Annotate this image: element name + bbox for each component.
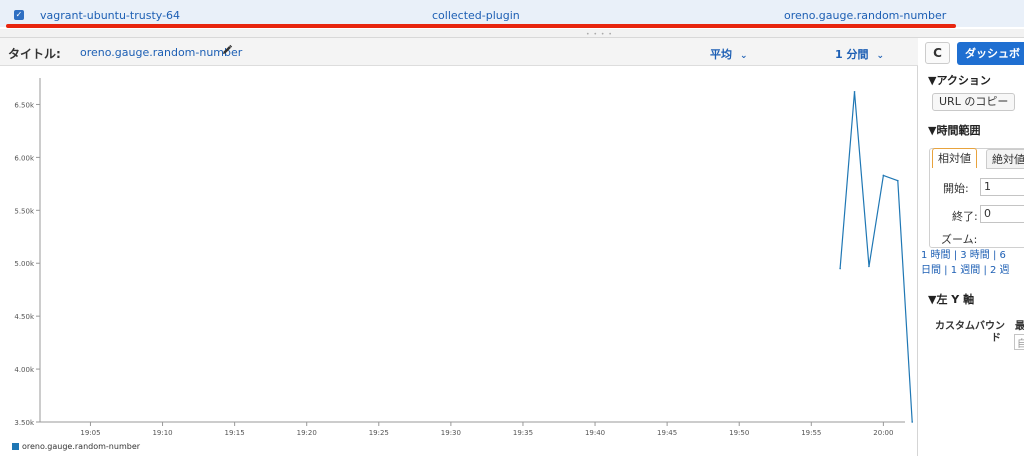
x-tick-label: 19:35 [513,429,533,437]
chart-legend: oreno.gauge.random-number [12,442,140,451]
y-min-input[interactable]: 自 [1014,334,1024,350]
left-y-axis-header[interactable]: ▼左 Y 軸 [928,291,974,307]
right-sidebar: C ダッシュボ ▼アクション URL のコピー ▼時間範囲 相対値 絶対値 開始… [919,38,1024,456]
x-tick-label: 19:05 [80,429,100,437]
metric-checkbox[interactable]: ✓ [14,10,24,20]
tab-relative[interactable]: 相対値 [932,148,977,168]
add-to-dashboard-button[interactable]: ダッシュボ [957,42,1024,65]
legend-label: oreno.gauge.random-number [22,442,141,451]
zoom-links-row2[interactable]: 日間 | 1 週間 | 2 週 [921,261,1010,276]
x-tick-label: 19:45 [657,429,677,437]
refresh-button[interactable]: C [925,42,950,64]
y-tick-label: 3.50k [14,419,35,427]
time-range-header[interactable]: ▼時間範囲 [928,122,980,138]
period-value: 1 分間 [835,48,869,61]
legend-swatch [12,443,19,450]
series-line [839,91,913,423]
panel-splitter[interactable]: • • • • [0,29,1024,38]
custom-bounds-label-cont: ド [991,333,1001,344]
data-point [853,90,856,93]
zoom-label: ズーム: [941,233,978,246]
start-label: 開始: [943,182,969,195]
statistic-select[interactable]: 平均 ⌄ [710,46,748,62]
x-tick-label: 19:10 [152,429,172,437]
copy-url-button[interactable]: URL のコピー [932,93,1016,111]
y-tick-label: 4.00k [14,366,35,374]
title-label: タイトル: [8,47,61,61]
y-tick-label: 6.50k [14,101,35,109]
metric-plugin: collected-plugin [432,9,520,22]
data-point [839,267,841,270]
data-point [882,174,885,177]
metric-row[interactable]: ✓ vagrant-ubuntu-trusty-64 collected-plu… [0,0,1024,27]
data-point [896,179,899,182]
data-point [868,265,870,268]
start-input[interactable]: 1 [980,178,1024,196]
y-tick-label: 6.00k [14,154,35,162]
custom-bounds-column-header: 最 [1015,321,1024,332]
splitter-grip-icon[interactable]: • • • • [586,31,613,38]
data-point [911,421,914,423]
highlight-underline [6,24,956,28]
y-tick-label: 5.00k [14,260,35,268]
x-tick-label: 19:50 [729,429,749,437]
x-tick-label: 19:55 [801,429,821,437]
x-tick-label: 19:20 [297,429,317,437]
statistic-value: 平均 [710,48,732,61]
x-tick-label: 19:30 [441,429,461,437]
chart-title[interactable]: oreno.gauge.random-number [80,46,242,59]
x-tick-label: 19:15 [225,429,245,437]
y-tick-label: 5.50k [14,207,35,215]
metric-instance: vagrant-ubuntu-trusty-64 [40,9,181,22]
end-label: 終了: [952,210,978,223]
x-tick-label: 19:40 [585,429,605,437]
y-tick-label: 4.50k [14,313,35,321]
chart-panel: タイトル: oreno.gauge.random-number 平均 ⌄ 1 分間… [0,38,918,456]
metric-name: oreno.gauge.random-number [784,9,947,22]
actions-header[interactable]: ▼アクション [928,72,991,88]
tab-absolute[interactable]: 絶対値 [986,149,1024,169]
chevron-down-icon: ⌄ [740,51,748,61]
x-tick-label: 19:25 [369,429,389,437]
period-select[interactable]: 1 分間 ⌄ [835,46,884,62]
pencil-icon[interactable] [221,44,233,56]
zoom-links-row1[interactable]: 1 時間 | 3 時間 | 6 [921,246,1006,261]
x-tick-label: 20:00 [873,429,893,437]
end-input[interactable]: 0 [980,205,1024,223]
line-chart[interactable]: 3.50k 4.00k 4.50k 5.00k 5.50k 6.00k 6.50k 19:05… [0,66,918,442]
chevron-down-icon: ⌄ [876,51,885,61]
chart-panel-header: タイトル: oreno.gauge.random-number 平均 ⌄ 1 分間… [0,38,918,66]
